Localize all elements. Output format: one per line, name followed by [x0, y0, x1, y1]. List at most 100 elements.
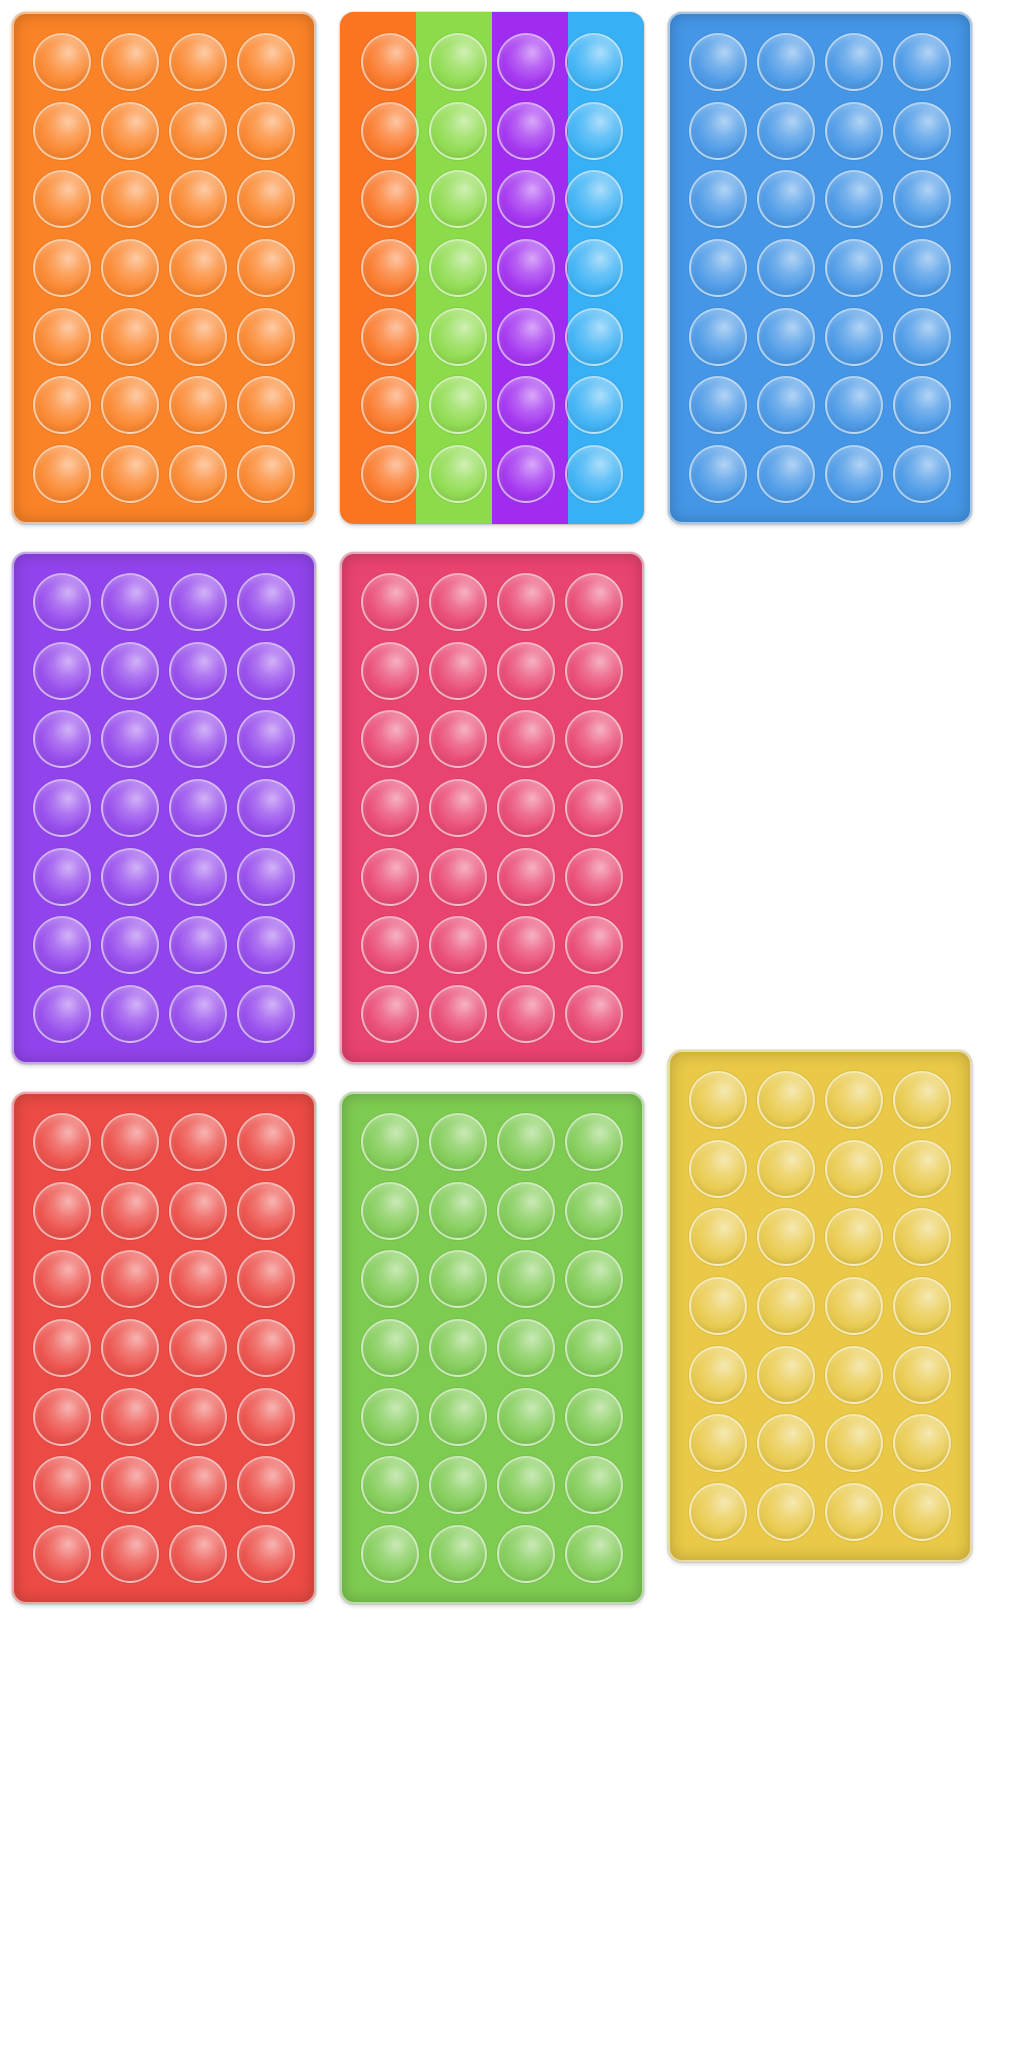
pop-bubble[interactable] — [565, 376, 623, 435]
pop-bubble[interactable] — [101, 1181, 159, 1240]
pop-bubble[interactable] — [101, 573, 159, 632]
pop-bubble[interactable] — [237, 238, 295, 297]
pop-bubble[interactable] — [497, 1318, 555, 1377]
pop-bubble[interactable] — [237, 101, 295, 160]
pop-bubble[interactable] — [565, 1250, 623, 1309]
pop-bubble[interactable] — [497, 1456, 555, 1515]
pop-bubble[interactable] — [497, 641, 555, 700]
pop-bubble[interactable] — [169, 984, 227, 1043]
pop-bubble[interactable] — [825, 33, 883, 92]
pop-bubble[interactable] — [101, 376, 159, 435]
pop-bubble[interactable] — [689, 307, 747, 366]
pop-bubble[interactable] — [757, 1414, 815, 1473]
pop-it-card-orange[interactable] — [12, 12, 316, 524]
pop-bubble[interactable] — [169, 101, 227, 160]
pop-bubble[interactable] — [825, 1414, 883, 1473]
pop-bubble[interactable] — [237, 33, 295, 92]
pop-bubble[interactable] — [825, 238, 883, 297]
pop-bubble[interactable] — [169, 1181, 227, 1240]
pop-bubble[interactable] — [893, 1276, 951, 1335]
pop-bubble[interactable] — [825, 170, 883, 229]
pop-bubble[interactable] — [893, 1482, 951, 1541]
pop-bubble[interactable] — [101, 778, 159, 837]
pop-bubble[interactable] — [361, 307, 419, 366]
pop-bubble[interactable] — [429, 1456, 487, 1515]
pop-it-card-red[interactable] — [12, 1092, 316, 1604]
pop-bubble[interactable] — [497, 1113, 555, 1172]
pop-bubble[interactable] — [565, 1387, 623, 1446]
pop-bubble[interactable] — [429, 33, 487, 92]
pop-bubble[interactable] — [101, 444, 159, 503]
pop-bubble[interactable] — [565, 778, 623, 837]
pop-bubble[interactable] — [497, 1250, 555, 1309]
pop-bubble[interactable] — [33, 307, 91, 366]
pop-bubble[interactable] — [237, 984, 295, 1043]
pop-bubble[interactable] — [169, 376, 227, 435]
pop-bubble[interactable] — [429, 1387, 487, 1446]
pop-bubble[interactable] — [825, 1482, 883, 1541]
pop-bubble[interactable] — [33, 1181, 91, 1240]
pop-bubble[interactable] — [757, 376, 815, 435]
pop-bubble[interactable] — [497, 307, 555, 366]
pop-bubble[interactable] — [33, 33, 91, 92]
pop-bubble[interactable] — [565, 641, 623, 700]
pop-bubble[interactable] — [101, 238, 159, 297]
pop-bubble[interactable] — [429, 307, 487, 366]
pop-bubble[interactable] — [237, 170, 295, 229]
pop-bubble[interactable] — [361, 984, 419, 1043]
pop-bubble[interactable] — [361, 778, 419, 837]
pop-bubble[interactable] — [497, 778, 555, 837]
pop-bubble[interactable] — [33, 1387, 91, 1446]
pop-bubble[interactable] — [361, 1250, 419, 1309]
pop-bubble[interactable] — [169, 444, 227, 503]
pop-bubble[interactable] — [237, 1181, 295, 1240]
pop-bubble[interactable] — [429, 778, 487, 837]
pop-bubble[interactable] — [33, 170, 91, 229]
pop-bubble[interactable] — [33, 376, 91, 435]
pop-bubble[interactable] — [497, 1524, 555, 1583]
pop-bubble[interactable] — [689, 170, 747, 229]
pop-bubble[interactable] — [757, 170, 815, 229]
pop-bubble[interactable] — [893, 1345, 951, 1404]
pop-bubble[interactable] — [169, 573, 227, 632]
pop-bubble[interactable] — [825, 307, 883, 366]
pop-bubble[interactable] — [565, 238, 623, 297]
pop-bubble[interactable] — [237, 1524, 295, 1583]
pop-bubble[interactable] — [429, 238, 487, 297]
pop-bubble[interactable] — [101, 1318, 159, 1377]
pop-bubble[interactable] — [429, 376, 487, 435]
pop-bubble[interactable] — [497, 444, 555, 503]
pop-bubble[interactable] — [361, 1318, 419, 1377]
pop-bubble[interactable] — [565, 33, 623, 92]
pop-bubble[interactable] — [893, 101, 951, 160]
pop-bubble[interactable] — [497, 376, 555, 435]
pop-bubble[interactable] — [169, 916, 227, 975]
pop-bubble[interactable] — [689, 444, 747, 503]
pop-bubble[interactable] — [429, 1181, 487, 1240]
pop-bubble[interactable] — [893, 376, 951, 435]
pop-bubble[interactable] — [33, 710, 91, 769]
pop-bubble[interactable] — [893, 444, 951, 503]
pop-bubble[interactable] — [689, 1345, 747, 1404]
pop-bubble[interactable] — [893, 1071, 951, 1130]
pop-bubble[interactable] — [169, 778, 227, 837]
pop-bubble[interactable] — [565, 984, 623, 1043]
pop-bubble[interactable] — [169, 1318, 227, 1377]
pop-bubble[interactable] — [429, 444, 487, 503]
pop-bubble[interactable] — [237, 641, 295, 700]
pop-bubble[interactable] — [33, 1318, 91, 1377]
pop-bubble[interactable] — [893, 238, 951, 297]
pop-bubble[interactable] — [757, 307, 815, 366]
pop-bubble[interactable] — [361, 101, 419, 160]
pop-bubble[interactable] — [825, 1208, 883, 1267]
pop-bubble[interactable] — [497, 573, 555, 632]
pop-bubble[interactable] — [361, 33, 419, 92]
pop-bubble[interactable] — [361, 573, 419, 632]
pop-bubble[interactable] — [757, 1139, 815, 1198]
pop-bubble[interactable] — [825, 1276, 883, 1335]
pop-it-card-purple[interactable] — [12, 552, 316, 1064]
pop-bubble[interactable] — [565, 1181, 623, 1240]
pop-bubble[interactable] — [429, 916, 487, 975]
pop-bubble[interactable] — [169, 1524, 227, 1583]
pop-bubble[interactable] — [169, 710, 227, 769]
